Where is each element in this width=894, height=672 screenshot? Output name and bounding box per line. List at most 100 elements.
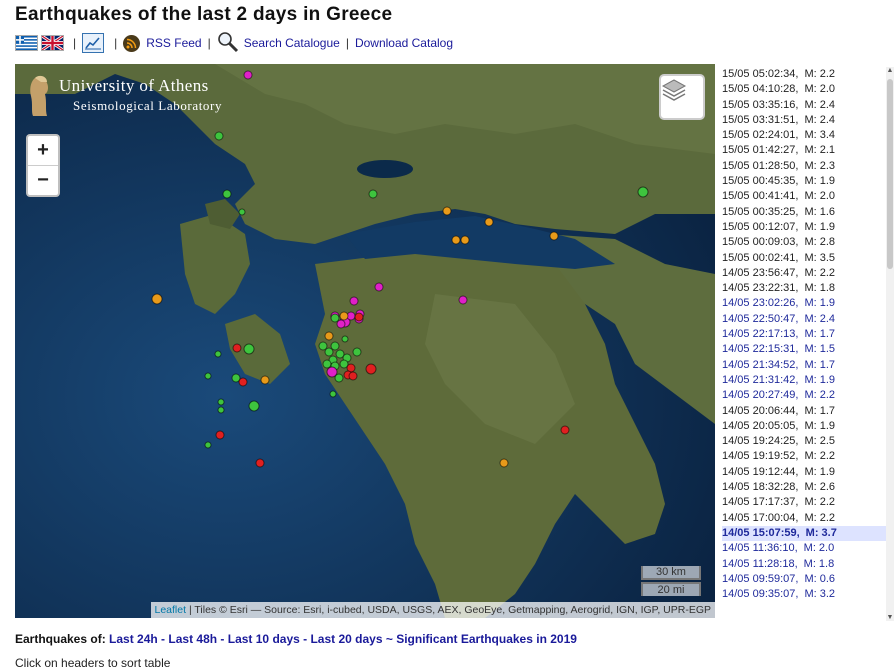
rss-feed-link[interactable]: RSS Feed xyxy=(146,36,201,50)
quake-marker-red[interactable] xyxy=(238,377,248,387)
download-catalog-link[interactable]: Download Catalog xyxy=(355,36,453,50)
chart-icon[interactable] xyxy=(82,33,105,53)
quake-row[interactable]: 15/05 00:41:41, M: 2.0 xyxy=(722,189,886,204)
quake-list-scrollbar[interactable]: ▲ ▼ xyxy=(886,67,894,621)
quake-marker-green[interactable] xyxy=(243,343,255,355)
quake-marker-orange[interactable] xyxy=(442,206,452,216)
quake-row[interactable]: 14/05 20:27:49, M: 2.2 xyxy=(722,388,886,403)
link-last-10-days[interactable]: Last 10 days xyxy=(228,632,300,646)
quake-marker-green[interactable] xyxy=(322,359,332,369)
earthquake-map[interactable]: University of Athens Seismological Labor… xyxy=(15,64,715,618)
quake-marker-orange[interactable] xyxy=(549,231,559,241)
zoom-in-button[interactable]: + xyxy=(28,136,58,166)
quake-marker-green[interactable] xyxy=(222,189,232,199)
quake-marker-orange[interactable] xyxy=(499,458,509,468)
quake-markers-layer[interactable] xyxy=(15,64,715,618)
quake-marker-orange[interactable] xyxy=(260,375,270,385)
quake-row[interactable]: 14/05 11:36:10, M: 2.0 xyxy=(722,541,886,556)
quake-marker-green[interactable] xyxy=(637,186,649,198)
search-catalogue-link[interactable]: Search Catalogue xyxy=(244,36,340,50)
quake-row[interactable]: 14/05 20:05:05, M: 1.9 xyxy=(722,419,886,434)
quake-row[interactable]: 15/05 02:24:01, M: 3.4 xyxy=(722,128,886,143)
quake-row[interactable]: 14/05 15:07:59, M: 3.7 xyxy=(722,525,886,542)
quake-marker-red[interactable] xyxy=(232,343,242,353)
quake-row[interactable]: 15/05 03:35:16, M: 2.4 xyxy=(722,98,886,113)
quake-marker-green[interactable] xyxy=(204,441,212,449)
quake-row[interactable]: 14/05 21:34:52, M: 1.7 xyxy=(722,358,886,373)
quake-row[interactable]: 14/05 09:35:07, M: 3.2 xyxy=(722,587,886,602)
zoom-out-button[interactable]: − xyxy=(28,166,58,195)
quake-marker-green[interactable] xyxy=(217,406,225,414)
quake-marker-red[interactable] xyxy=(365,363,377,375)
quake-row[interactable]: 14/05 22:15:31, M: 1.5 xyxy=(722,342,886,357)
quake-marker-green[interactable] xyxy=(334,373,344,383)
quake-marker-magenta[interactable] xyxy=(374,282,384,292)
link-last-20-days[interactable]: Last 20 days xyxy=(310,632,382,646)
quake-marker-green[interactable] xyxy=(324,347,334,357)
quake-marker-orange[interactable] xyxy=(339,311,349,321)
link-last-24h[interactable]: Last 24h xyxy=(109,632,158,646)
quake-row[interactable]: 15/05 01:28:50, M: 2.3 xyxy=(722,159,886,174)
quake-marker-green[interactable] xyxy=(330,341,340,351)
link-significant-2019[interactable]: Significant Earthquakes in 2019 xyxy=(396,632,577,646)
quake-row[interactable]: 15/05 05:02:34, M: 2.2 xyxy=(722,67,886,82)
quake-row[interactable]: 15/05 01:42:27, M: 2.1 xyxy=(722,143,886,158)
quake-row[interactable]: 15/05 00:35:25, M: 1.6 xyxy=(722,205,886,220)
quake-marker-green[interactable] xyxy=(238,208,246,216)
scroll-up-arrow[interactable]: ▲ xyxy=(886,67,894,74)
quake-marker-red[interactable] xyxy=(255,458,265,468)
quake-row[interactable]: 14/05 09:59:07, M: 0.6 xyxy=(722,572,886,587)
rss-icon[interactable] xyxy=(123,34,141,52)
quake-row[interactable]: 14/05 17:17:37, M: 2.2 xyxy=(722,495,886,510)
quake-marker-orange[interactable] xyxy=(151,293,163,305)
quake-row[interactable]: 15/05 04:10:28, M: 2.0 xyxy=(722,82,886,97)
quake-marker-green[interactable] xyxy=(330,313,340,323)
quake-marker-red[interactable] xyxy=(348,371,358,381)
quake-row[interactable]: 14/05 19:12:44, M: 1.9 xyxy=(722,465,886,480)
uk-flag-icon[interactable] xyxy=(41,35,64,51)
leaflet-link[interactable]: Leaflet xyxy=(155,604,187,616)
quake-marker-orange[interactable] xyxy=(484,217,494,227)
scroll-thumb[interactable] xyxy=(887,79,893,269)
quake-row[interactable]: 14/05 23:22:31, M: 1.8 xyxy=(722,281,886,296)
quake-row[interactable]: 14/05 23:56:47, M: 2.2 xyxy=(722,266,886,281)
quake-marker-orange[interactable] xyxy=(460,235,470,245)
quake-marker-green[interactable] xyxy=(352,347,362,357)
quake-marker-green[interactable] xyxy=(214,131,224,141)
quake-row[interactable]: 15/05 00:09:03, M: 2.8 xyxy=(722,235,886,250)
quake-row[interactable]: 14/05 11:28:18, M: 1.8 xyxy=(722,557,886,572)
quake-row[interactable]: 15/05 00:12:07, M: 1.9 xyxy=(722,220,886,235)
quake-row[interactable]: 14/05 19:24:25, M: 2.5 xyxy=(722,434,886,449)
quake-row[interactable]: 14/05 20:06:44, M: 1.7 xyxy=(722,404,886,419)
quake-row[interactable]: 14/05 18:32:28, M: 2.6 xyxy=(722,480,886,495)
quake-row[interactable]: 14/05 21:31:42, M: 1.9 xyxy=(722,373,886,388)
quake-marker-magenta[interactable] xyxy=(243,70,253,80)
quake-marker-magenta[interactable] xyxy=(458,295,468,305)
quake-row[interactable]: 14/05 17:00:04, M: 2.2 xyxy=(722,511,886,526)
quake-marker-green[interactable] xyxy=(368,189,378,199)
quake-marker-magenta[interactable] xyxy=(349,296,359,306)
quake-row[interactable]: 14/05 22:50:47, M: 2.4 xyxy=(722,312,886,327)
quake-marker-green[interactable] xyxy=(318,341,328,351)
quake-marker-green[interactable] xyxy=(248,400,260,412)
quake-marker-orange[interactable] xyxy=(451,235,461,245)
magnifier-icon[interactable] xyxy=(217,31,239,56)
quake-marker-orange[interactable] xyxy=(324,331,334,341)
quake-row[interactable]: 14/05 19:19:52, M: 2.2 xyxy=(722,449,886,464)
quake-marker-green[interactable] xyxy=(214,350,222,358)
quake-row[interactable]: 15/05 03:31:51, M: 2.4 xyxy=(722,113,886,128)
link-last-48h[interactable]: Last 48h xyxy=(168,632,217,646)
quake-row[interactable]: 15/05 00:45:35, M: 1.9 xyxy=(722,174,886,189)
quake-marker-magenta[interactable] xyxy=(336,319,346,329)
greek-flag-icon[interactable] xyxy=(15,35,38,51)
layers-button[interactable] xyxy=(659,74,705,120)
quake-marker-green[interactable] xyxy=(204,372,212,380)
quake-marker-green[interactable] xyxy=(341,335,349,343)
quake-row[interactable]: 14/05 22:17:13, M: 1.7 xyxy=(722,327,886,342)
quake-row[interactable]: 14/05 23:02:26, M: 1.9 xyxy=(722,296,886,311)
scroll-down-arrow[interactable]: ▼ xyxy=(886,614,894,621)
quake-marker-red[interactable] xyxy=(560,425,570,435)
quake-marker-green[interactable] xyxy=(329,390,337,398)
quake-marker-red[interactable] xyxy=(354,312,364,322)
quake-marker-red[interactable] xyxy=(215,430,225,440)
